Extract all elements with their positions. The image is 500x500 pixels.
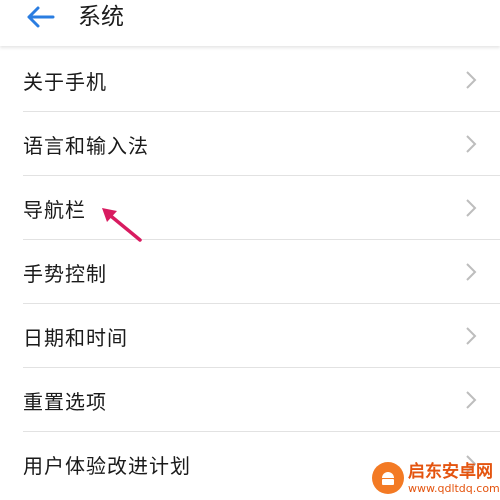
settings-item-language-input[interactable]: 语言和输入法 (0, 112, 500, 176)
chevron-right-icon (466, 263, 477, 281)
page-title: 系统 (78, 4, 124, 30)
watermark-logo-icon (372, 462, 404, 494)
system-settings-screen: 系统 关于手机 语言和输入法 导航栏 手势控制 日期和时间 重置选项 用户体验改… (0, 0, 500, 500)
watermark-text: 启东安卓网 www.qdltdq.com (408, 462, 500, 495)
settings-item-about-phone[interactable]: 关于手机 (0, 48, 500, 112)
settings-item-label: 语言和输入法 (23, 133, 149, 158)
settings-item-label: 用户体验改进计划 (23, 453, 191, 478)
settings-item-label: 关于手机 (23, 69, 107, 94)
chevron-right-icon (466, 71, 477, 89)
settings-list: 关于手机 语言和输入法 导航栏 手势控制 日期和时间 重置选项 用户体验改进计划 (0, 48, 500, 496)
app-header: 系统 (0, 0, 500, 46)
settings-item-navigation-bar[interactable]: 导航栏 (0, 176, 500, 240)
android-icon (382, 472, 394, 485)
settings-item-label: 手势控制 (23, 261, 107, 286)
chevron-right-icon (466, 327, 477, 345)
settings-item-gesture-control[interactable]: 手势控制 (0, 240, 500, 304)
settings-item-label: 日期和时间 (23, 325, 128, 350)
chevron-right-icon (466, 199, 477, 217)
settings-item-date-time[interactable]: 日期和时间 (0, 304, 500, 368)
arrow-left-icon (27, 6, 55, 28)
annotation-arrow-icon (102, 208, 142, 242)
chevron-right-icon (466, 135, 477, 153)
watermark-url: www.qdltdq.com (408, 481, 500, 495)
back-button[interactable] (20, 0, 60, 34)
settings-item-reset-options[interactable]: 重置选项 (0, 368, 500, 432)
watermark: 启东安卓网 www.qdltdq.com (372, 456, 500, 500)
settings-item-label: 导航栏 (23, 197, 86, 222)
chevron-right-icon (466, 391, 477, 409)
watermark-name: 启东安卓网 (408, 461, 493, 482)
settings-item-label: 重置选项 (23, 389, 107, 414)
